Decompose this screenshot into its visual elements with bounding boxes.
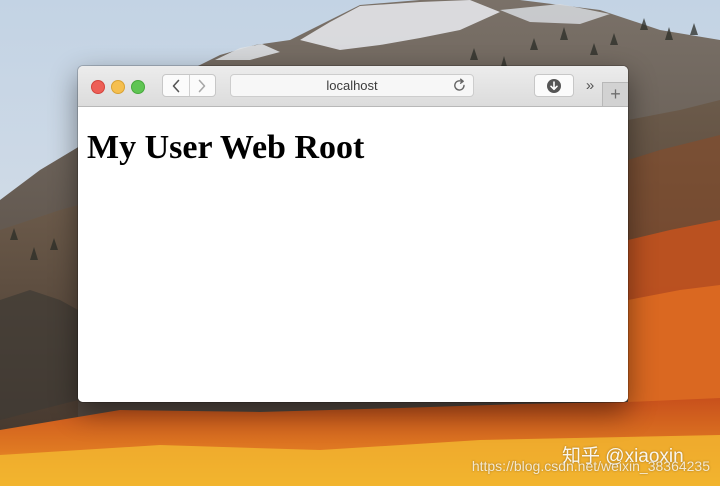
chevron-left-icon — [172, 79, 180, 92]
browser-window: localhost » + My User Web Root — [78, 66, 628, 402]
new-tab-button[interactable]: + — [602, 82, 628, 106]
minimize-window-button[interactable] — [111, 80, 125, 94]
navigation-buttons — [162, 74, 216, 97]
address-text: localhost — [326, 78, 378, 93]
close-window-button[interactable] — [91, 80, 105, 94]
back-button[interactable] — [163, 75, 189, 96]
page-content: My User Web Root — [78, 107, 628, 402]
downloads-button[interactable] — [534, 74, 574, 97]
more-toolbar-items-button[interactable]: » — [581, 76, 599, 96]
zoom-window-button[interactable] — [131, 80, 145, 94]
reload-icon — [454, 78, 465, 91]
forward-button[interactable] — [188, 75, 216, 96]
address-bar[interactable]: localhost — [230, 74, 474, 97]
browser-toolbar: localhost » + — [78, 66, 628, 107]
reload-button[interactable] — [452, 78, 467, 98]
download-icon — [547, 78, 561, 93]
page-heading: My User Web Root — [87, 129, 365, 166]
watermark-url: https://blog.csdn.net/weixin_38364235 — [471, 458, 710, 474]
chevron-right-icon — [198, 79, 206, 92]
